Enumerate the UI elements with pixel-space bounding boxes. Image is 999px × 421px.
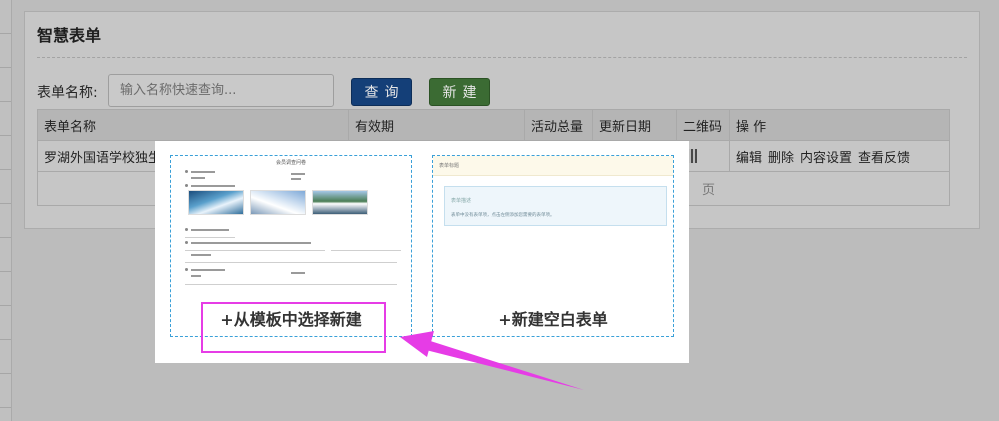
preview-line [331,250,401,251]
view-feedback-link[interactable]: 查看反馈 [858,151,910,166]
preview-text [191,242,311,244]
blank-card-label[interactable]: +新建空白表单 [433,306,673,330]
blank-preview-box: 表单描述 表单中没有表单项，点击左侧添加您需要的表单项。 [444,186,667,226]
preview-text [191,254,211,256]
preview-text [191,177,205,179]
preview-bullet [185,268,188,271]
preview-image-3 [312,190,368,215]
row-actions: 编辑 删除 内容设置 查看反馈 [729,140,950,172]
col-header-total: 活动总量 [524,109,593,141]
preview-text [291,173,305,175]
preview-text [191,269,225,271]
preview-bullet [185,228,188,231]
preview-image-2 [250,190,306,215]
preview-text [191,185,235,187]
search-input[interactable] [108,74,334,107]
delete-link[interactable]: 删除 [768,151,794,166]
preview-line [185,262,397,263]
col-header-name: 表单名称 [37,109,349,141]
new-button[interactable]: 新建 [429,78,490,106]
preview-line [185,250,325,251]
highlight-box [201,302,386,353]
page-title: 智慧表单 [37,26,102,45]
blank-preview-box-title: 表单描述 [451,198,472,204]
template-preview-title: 会员调查问卷 [275,160,306,166]
query-button[interactable]: 查询 [351,78,412,106]
preview-bullet [185,170,188,173]
title-divider [37,57,967,58]
preview-bullet [185,241,188,244]
col-header-updated: 更新日期 [592,109,677,141]
col-header-qrcode: 二维码 [676,109,730,141]
preview-text [191,275,201,277]
col-header-actions: 操 作 [729,109,950,141]
table-header: 表单名称 有效期 活动总量 更新日期 二维码 操 作 [37,109,950,141]
preview-image-1 [188,190,244,215]
blank-preview-header: 表单标题 [433,156,673,176]
preview-text [191,229,229,231]
preview-line [185,237,235,238]
edit-link[interactable]: 编辑 [736,151,762,166]
col-header-validity: 有效期 [348,109,525,141]
preview-text [291,178,301,180]
blank-card[interactable]: 表单标题 表单描述 表单中没有表单项，点击左侧添加您需要的表单项。 +新建空白表… [432,155,674,337]
content-settings-link[interactable]: 内容设置 [800,151,852,166]
left-nav-strip [0,0,12,421]
preview-bullet [185,184,188,187]
blank-preview-box-text: 表单中没有表单项，点击左侧添加您需要的表单项。 [451,213,555,218]
preview-text [191,171,215,173]
search-label: 表单名称: [37,85,98,101]
preview-text [291,272,305,274]
preview-line [185,284,397,285]
